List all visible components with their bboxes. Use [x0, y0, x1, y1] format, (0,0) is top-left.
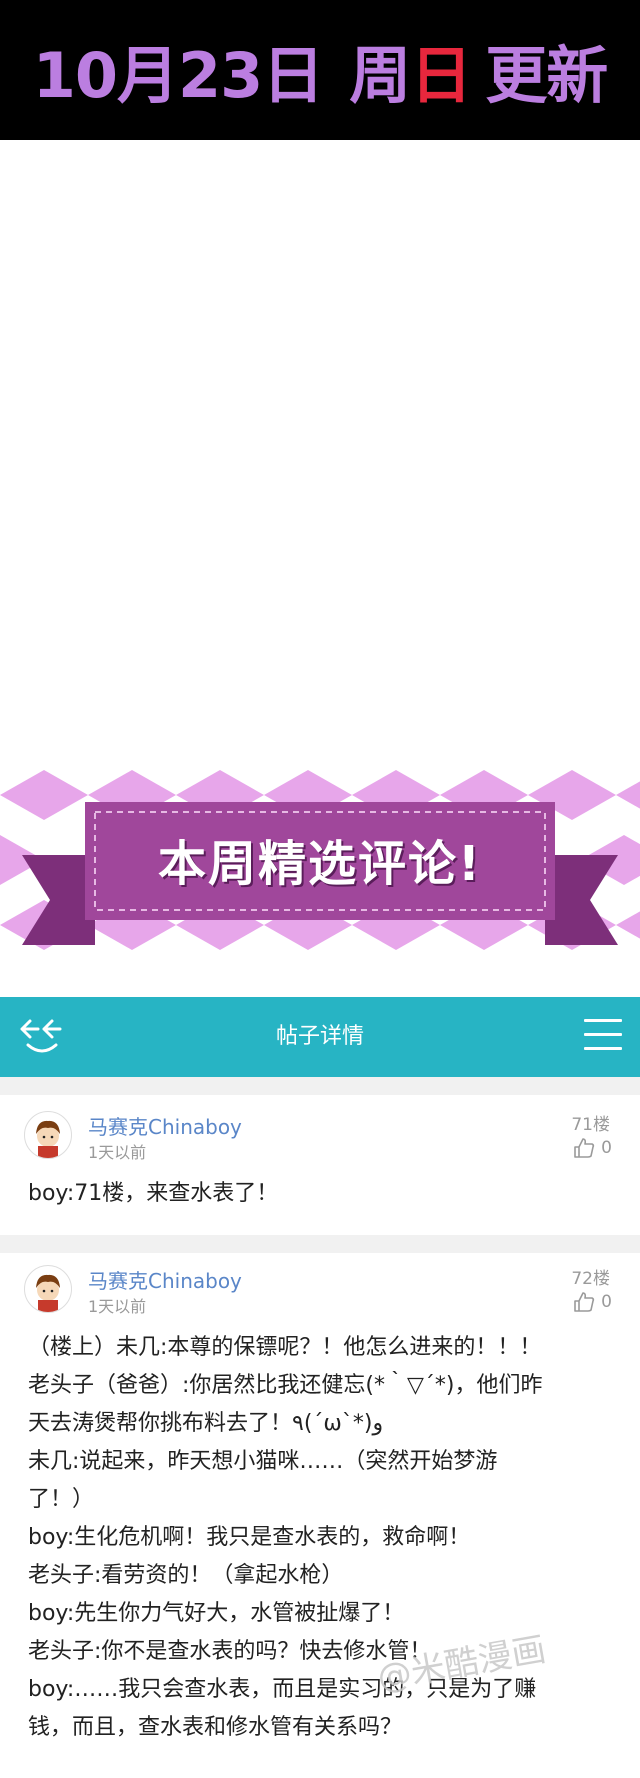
update-banner: 10月23日 周日 更新	[0, 0, 640, 140]
post-line: boy:……我只会查水表，而且是实习的，只是为了赚	[28, 1677, 537, 1702]
thumbs-up-icon	[574, 1292, 595, 1312]
like-count: 0	[601, 1138, 612, 1158]
like-button[interactable]: 0	[573, 1137, 612, 1159]
banner-week-prefix: 周	[349, 39, 411, 112]
avatar[interactable]	[24, 1111, 72, 1159]
username[interactable]: 马赛克Chinaboy	[88, 1111, 242, 1140]
post-line: boy:71楼，来查水表了！	[28, 1181, 279, 1206]
post-line: （楼上）未几:本尊的保镖呢？！他怎么进来的！！！	[28, 1335, 542, 1360]
floor-number: 71楼	[571, 1115, 610, 1135]
post-line: 了！）	[28, 1487, 95, 1512]
featured-comments-banner: 本周精选评论!	[0, 760, 640, 955]
divider	[0, 1235, 640, 1253]
floor-number: 72楼	[571, 1269, 610, 1289]
post-line: 天去涛煲帮你挑布料去了！٩(´ω`*)ﻭ	[28, 1411, 384, 1436]
banner-text: 10月23日 周日 更新	[32, 25, 609, 115]
like-button[interactable]: 0	[573, 1291, 612, 1313]
post-line: 老头子（爸爸）:你居然比我还健忘(*｀▽´*)，他们昨	[28, 1373, 543, 1398]
menu-icon[interactable]	[584, 1019, 622, 1055]
divider	[0, 1077, 640, 1095]
banner-date: 10月23日	[32, 39, 325, 112]
section-title: 本周精选评论!	[158, 836, 482, 892]
page-title: 帖子详情	[275, 1024, 364, 1049]
post-line: 未几:说起来，昨天想小猫咪……（突然开始梦游	[28, 1449, 498, 1474]
banner-update-label: 更新	[485, 39, 608, 112]
banner-week-day: 日	[410, 39, 472, 112]
username[interactable]: 马赛克Chinaboy	[88, 1265, 242, 1294]
blank-panel	[0, 140, 640, 760]
avatar-icon	[36, 1274, 60, 1312]
avatar-icon	[36, 1120, 60, 1158]
post-time: 1天以前	[88, 1297, 147, 1316]
post-item: 马赛克Chinaboy 1天以前 71楼 0 boy:71楼，来查水表了！	[0, 1095, 640, 1235]
post-line: 老头子:看劳资的！（拿起水枪）	[28, 1563, 344, 1588]
like-count: 0	[601, 1292, 612, 1312]
avatar[interactable]	[24, 1265, 72, 1313]
post-content: boy:71楼，来查水表了！	[28, 1175, 616, 1213]
app-bar: 帖子详情	[0, 997, 640, 1077]
post-content: （楼上）未几:本尊的保镖呢？！他怎么进来的！！！ 老头子（爸爸）:你居然比我还健…	[28, 1329, 616, 1747]
post-item: 马赛克Chinaboy 1天以前 72楼 0 （楼上）未几:本尊的保镖呢？！他怎…	[0, 1253, 640, 1778]
thumbs-up-icon	[574, 1138, 595, 1158]
post-time: 1天以前	[88, 1143, 147, 1162]
post-line: 钱，而且，查水表和修水管有关系吗？	[28, 1715, 403, 1740]
post-line: boy:生化危机啊！我只是查水表的，救命啊！	[28, 1525, 471, 1550]
